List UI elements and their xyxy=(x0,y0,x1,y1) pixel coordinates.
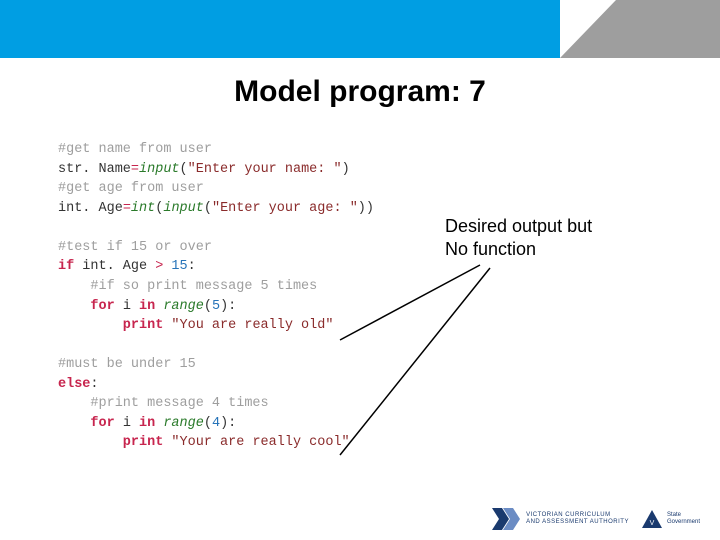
annotation-text: Desired output but No function xyxy=(445,215,592,260)
code-token: "Your are really cool" xyxy=(163,435,349,450)
code-token: = xyxy=(131,162,139,177)
vic-text: State Government xyxy=(667,512,700,525)
code-token: ) xyxy=(342,162,350,177)
vic-line: State xyxy=(667,512,700,519)
code-token: "Enter your name: " xyxy=(188,162,342,177)
code-token: "You are really old" xyxy=(163,318,333,333)
code-token: 5 xyxy=(212,299,220,314)
code-comment: #get age from user xyxy=(58,181,204,196)
code-comment: #print message 4 times xyxy=(58,396,269,411)
code-token: = xyxy=(123,201,131,216)
header-grey-stripe xyxy=(560,0,720,58)
triangle-icon: V xyxy=(641,508,663,530)
code-block: #get name from user str. Name=input("Ent… xyxy=(58,140,374,453)
code-token: : xyxy=(90,377,98,392)
header-bar xyxy=(0,0,720,58)
code-token: )) xyxy=(358,201,374,216)
code-token: print xyxy=(58,318,163,333)
code-token: i xyxy=(115,299,139,314)
vcaa-line: Victorian Curriculum xyxy=(526,512,629,519)
code-token: i xyxy=(115,416,139,431)
code-token: range xyxy=(155,299,204,314)
code-token: ): xyxy=(220,416,236,431)
code-token: : xyxy=(188,259,196,274)
code-token: ): xyxy=(220,299,236,314)
vcaa-logo: Victorian Curriculum and Assessment Auth… xyxy=(492,508,629,530)
code-token: 4 xyxy=(212,416,220,431)
vcaa-text: Victorian Curriculum and Assessment Auth… xyxy=(526,512,629,525)
annotation-line: No function xyxy=(445,238,592,261)
code-token: ( xyxy=(204,299,212,314)
code-token: in xyxy=(139,299,155,314)
code-token: input xyxy=(139,162,180,177)
code-token: int. Age xyxy=(58,201,123,216)
code-token: if xyxy=(58,259,74,274)
code-token: ( xyxy=(204,201,212,216)
code-token: ( xyxy=(180,162,188,177)
code-token: for xyxy=(58,416,115,431)
code-token: for xyxy=(58,299,115,314)
code-token: range xyxy=(155,416,204,431)
code-token: 15 xyxy=(163,259,187,274)
chevron-icon xyxy=(492,508,520,530)
vic-line: Government xyxy=(667,519,700,526)
victoria-logo: V State Government xyxy=(641,508,700,530)
code-token: int xyxy=(131,201,155,216)
slide-title: Model program: 7 xyxy=(0,75,720,109)
code-token: ( xyxy=(204,416,212,431)
code-token: str. Name xyxy=(58,162,131,177)
code-token: int. Age xyxy=(74,259,155,274)
code-comment: #if so print message 5 times xyxy=(58,279,317,294)
annotation-line: Desired output but xyxy=(445,215,592,238)
code-token: print xyxy=(58,435,163,450)
svg-text:V: V xyxy=(650,520,655,527)
footer: Victorian Curriculum and Assessment Auth… xyxy=(0,498,720,540)
code-comment: #get name from user xyxy=(58,142,212,157)
code-token: input xyxy=(163,201,204,216)
code-token: "Enter your age: " xyxy=(212,201,358,216)
code-comment: #test if 15 or over xyxy=(58,240,212,255)
code-token: in xyxy=(139,416,155,431)
code-token: else xyxy=(58,377,90,392)
header-blue-stripe xyxy=(0,0,560,58)
vcaa-line: and Assessment Authority xyxy=(526,519,629,526)
code-comment: #must be under 15 xyxy=(58,357,196,372)
